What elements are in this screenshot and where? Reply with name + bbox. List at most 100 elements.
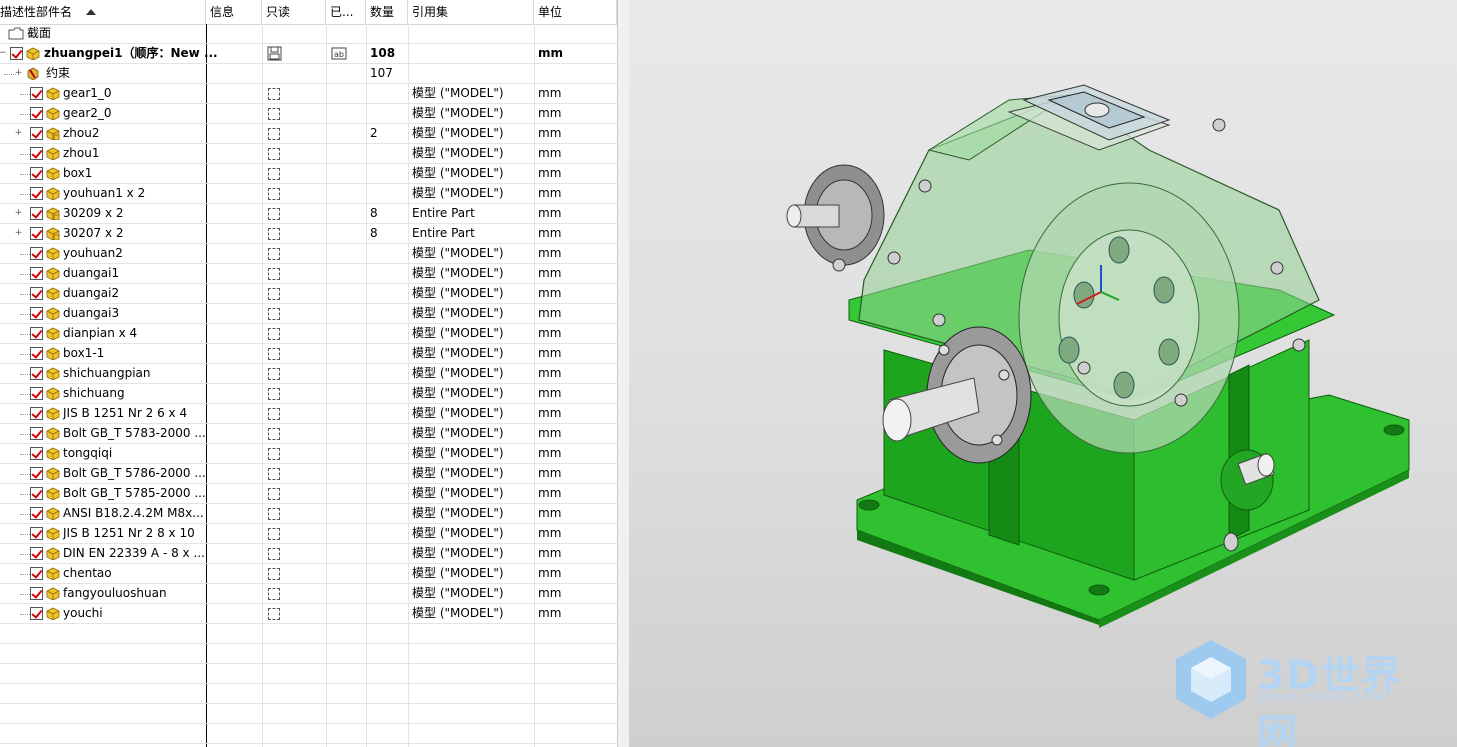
readonly-indicator [268, 248, 280, 260]
visibility-checkbox[interactable] [30, 407, 43, 420]
visibility-checkbox[interactable] [30, 447, 43, 460]
col-header-readonly[interactable]: 只读 [262, 0, 326, 24]
tree-row-part[interactable]: ANSI B18.2.4.2M M8x... 模型 ("MODEL") mm [0, 504, 617, 524]
expand-icon[interactable]: + [14, 229, 23, 238]
tree-row-part[interactable]: shichuangpian 模型 ("MODEL") mm [0, 364, 617, 384]
col-header-unit[interactable]: 单位 [534, 0, 617, 24]
tree-row-part[interactable]: dianpian x 4 模型 ("MODEL") mm [0, 324, 617, 344]
visibility-checkbox[interactable] [30, 307, 43, 320]
tree-row-part[interactable]: duangai1 模型 ("MODEL") mm [0, 264, 617, 284]
part-unit: mm [538, 146, 562, 160]
part-refset: 模型 ("MODEL") [412, 426, 504, 440]
col-header-info[interactable]: 信息 [206, 0, 262, 24]
tree-row-part[interactable]: + zhou2 2 模型 ("MODEL") mm [0, 124, 617, 144]
part-unit: mm [538, 286, 562, 300]
col-header-loaded[interactable]: 已... [326, 0, 366, 24]
visibility-checkbox[interactable] [30, 367, 43, 380]
visibility-checkbox[interactable] [30, 607, 43, 620]
readonly-indicator [268, 128, 280, 140]
sort-ascending-icon[interactable] [86, 9, 96, 15]
visibility-checkbox[interactable] [30, 247, 43, 260]
readonly-indicator [268, 148, 280, 160]
tree-row-part[interactable]: youchi 模型 ("MODEL") mm [0, 604, 617, 624]
tree-row-part[interactable]: zhou1 模型 ("MODEL") mm [0, 144, 617, 164]
tree-row-part[interactable]: youhuan1 x 2 模型 ("MODEL") mm [0, 184, 617, 204]
visibility-checkbox[interactable] [30, 587, 43, 600]
tree-row-part[interactable]: youhuan2 模型 ("MODEL") mm [0, 244, 617, 264]
visibility-checkbox[interactable] [10, 47, 23, 60]
collapse-icon[interactable]: − [0, 49, 7, 58]
visibility-checkbox[interactable] [30, 467, 43, 480]
col-header-name[interactable]: 描述性部件名 [0, 0, 206, 24]
part-unit: mm [538, 446, 562, 460]
part-refset: 模型 ("MODEL") [412, 86, 504, 100]
graphics-window[interactable]: 3D世界网 WWW.3DSJW.COM [629, 0, 1457, 747]
part-icon [46, 487, 60, 500]
col-header-quantity-label: 数量 [370, 5, 395, 19]
tree-row-part[interactable]: duangai3 模型 ("MODEL") mm [0, 304, 617, 324]
tree-row-part[interactable]: +30209 x 2 8 Entire Part mm [0, 204, 617, 224]
visibility-checkbox[interactable] [30, 227, 43, 240]
col-header-quantity[interactable]: 数量 [366, 0, 408, 24]
tree-row-part[interactable]: duangai2 模型 ("MODEL") mm [0, 284, 617, 304]
tree-row-part[interactable]: Bolt GB_T 5783-2000 ... 模型 ("MODEL") mm [0, 424, 617, 444]
tree-connector [20, 94, 30, 95]
tree-row-part[interactable]: gear2_0 模型 ("MODEL") mm [0, 104, 617, 124]
part-refset: 模型 ("MODEL") [412, 246, 504, 260]
tree-connector [20, 274, 30, 275]
part-unit: mm [538, 486, 562, 500]
part-name: Bolt GB_T 5783-2000 ... [63, 426, 205, 440]
tree-row-part[interactable]: box1-1 模型 ("MODEL") mm [0, 344, 617, 364]
tree-row-section[interactable]: 截面 [0, 24, 617, 44]
visibility-checkbox[interactable] [30, 287, 43, 300]
col-header-name-label: 描述性部件名 [0, 5, 73, 19]
tree-row-part[interactable]: DIN EN 22339 A - 8 x ... 模型 ("MODEL") mm [0, 544, 617, 564]
part-unit: mm [538, 126, 562, 140]
part-icon [46, 447, 60, 460]
tree-connector [20, 374, 30, 375]
tree-row-part[interactable]: fangyouluoshuan 模型 ("MODEL") mm [0, 584, 617, 604]
visibility-checkbox[interactable] [30, 387, 43, 400]
visibility-checkbox[interactable] [30, 107, 43, 120]
visibility-checkbox[interactable] [30, 87, 43, 100]
readonly-indicator [268, 408, 280, 420]
tree-row-part[interactable]: Bolt GB_T 5786-2000 ... 模型 ("MODEL") mm [0, 464, 617, 484]
visibility-checkbox[interactable] [30, 207, 43, 220]
part-name: zhou2 [63, 126, 100, 140]
tree-row-part[interactable]: box1 模型 ("MODEL") mm [0, 164, 617, 184]
visibility-checkbox[interactable] [30, 347, 43, 360]
expand-icon[interactable]: + [14, 69, 23, 78]
visibility-checkbox[interactable] [30, 147, 43, 160]
part-name: 30209 x 2 [63, 206, 124, 220]
visibility-checkbox[interactable] [30, 527, 43, 540]
cube-logo-icon [1176, 640, 1246, 719]
tree-row-part[interactable]: gear1_0 模型 ("MODEL") mm [0, 84, 617, 104]
tree-row-part[interactable]: +30207 x 2 8 Entire Part mm [0, 224, 617, 244]
visibility-checkbox[interactable] [30, 487, 43, 500]
expand-icon[interactable]: + [14, 129, 23, 138]
visibility-checkbox[interactable] [30, 507, 43, 520]
tree-row-root[interactable]: − zhuangpei1（顺序：New ... ab 108 mm [0, 44, 617, 64]
visibility-checkbox[interactable] [30, 427, 43, 440]
visibility-checkbox[interactable] [30, 267, 43, 280]
tree-row-part[interactable]: JIS B 1251 Nr 2 6 x 4 模型 ("MODEL") mm [0, 404, 617, 424]
tree-row-part[interactable]: JIS B 1251 Nr 2 8 x 10 模型 ("MODEL") mm [0, 524, 617, 544]
tree-row-part[interactable]: tongqiqi 模型 ("MODEL") mm [0, 444, 617, 464]
visibility-checkbox[interactable] [30, 167, 43, 180]
visibility-checkbox[interactable] [30, 567, 43, 580]
visibility-checkbox[interactable] [30, 127, 43, 140]
part-icon [46, 527, 60, 540]
part-unit: mm [538, 426, 562, 440]
tree-row-part[interactable]: chentao 模型 ("MODEL") mm [0, 564, 617, 584]
visibility-checkbox[interactable] [30, 547, 43, 560]
visibility-checkbox[interactable] [30, 327, 43, 340]
tree-row-part[interactable]: shichuang 模型 ("MODEL") mm [0, 384, 617, 404]
readonly-indicator [268, 328, 280, 340]
empty-row [0, 644, 617, 664]
tree-row-constraints[interactable]: + 约束 107 [0, 64, 617, 84]
tree-row-part[interactable]: Bolt GB_T 5785-2000 ... 模型 ("MODEL") mm [0, 484, 617, 504]
visibility-checkbox[interactable] [30, 187, 43, 200]
col-header-refset[interactable]: 引用集 [408, 0, 534, 24]
expand-icon[interactable]: + [14, 209, 23, 218]
tree-connector [20, 454, 30, 455]
